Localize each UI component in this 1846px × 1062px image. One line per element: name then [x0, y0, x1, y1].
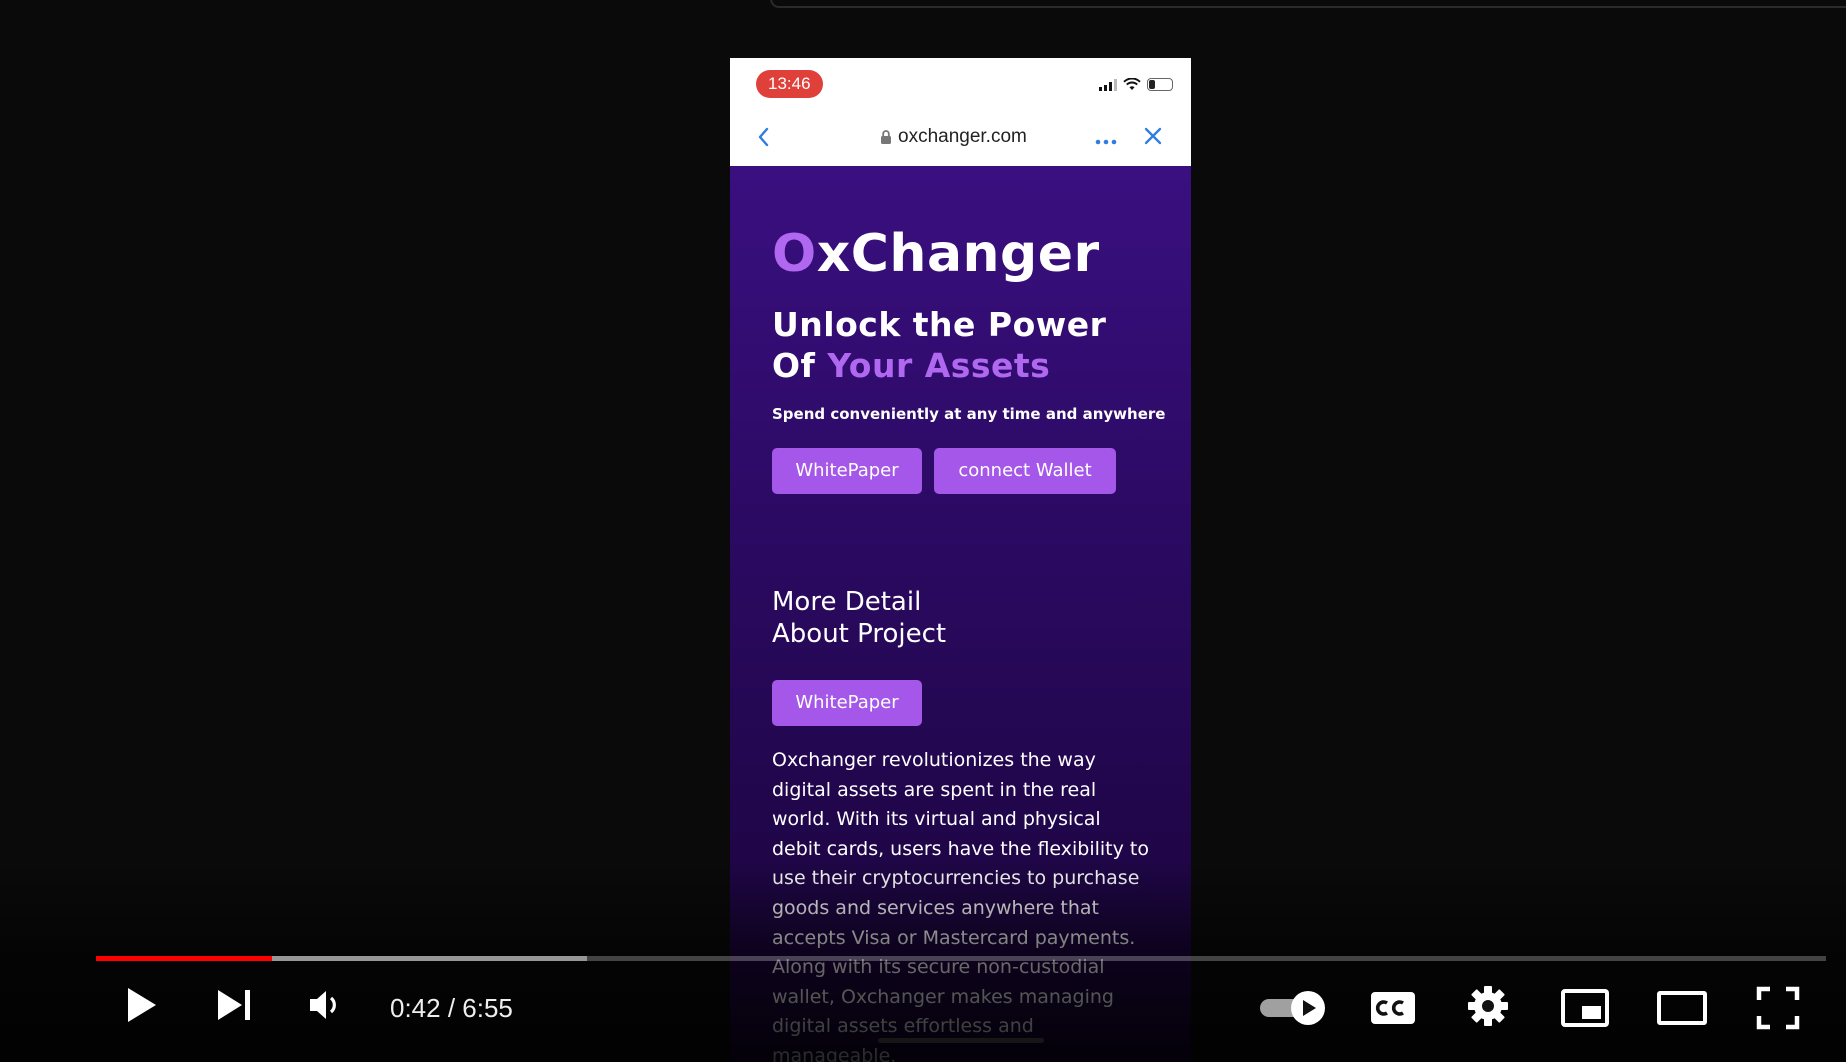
theater-icon: [1656, 991, 1708, 1030]
status-time: 13:46: [756, 70, 823, 98]
close-icon: [1143, 126, 1163, 150]
more-icon: [1095, 130, 1117, 149]
hero-line-2-plain: Of: [772, 346, 828, 385]
url-text: oxchanger.com: [898, 126, 1027, 147]
autoplay-icon: [1258, 991, 1328, 1030]
battery-icon: 25: [1147, 78, 1173, 91]
wifi-icon: [1123, 78, 1141, 91]
lock-icon: [880, 129, 892, 145]
status-bar: 13:46 25: [730, 58, 1191, 108]
top-border: [770, 0, 1846, 8]
brand-logo: OxChanger: [772, 224, 1100, 284]
next-icon: [214, 990, 254, 1028]
hero-subtitle: Spend conveniently at any time and anywh…: [772, 405, 1166, 423]
time-display: 0:42 / 6:55: [390, 993, 513, 1023]
fullscreen-icon: [1756, 986, 1800, 1034]
status-icons: 25: [1099, 78, 1173, 91]
back-icon: [756, 126, 770, 152]
miniplayer-icon: [1560, 989, 1610, 1032]
url-display: oxchanger.com: [880, 126, 1027, 148]
autoplay-toggle[interactable]: [1258, 990, 1328, 1030]
hero-line-2-accent: Your Assets: [827, 346, 1051, 385]
hero-title: Unlock the Power Of Your Assets: [772, 304, 1106, 386]
connect-wallet-button: connect Wallet: [934, 448, 1116, 494]
more-detail-heading: More Detail About Project: [772, 586, 946, 650]
whitepaper-button-2: WhitePaper: [772, 680, 922, 726]
battery-level-text: 25: [1154, 79, 1165, 89]
cc-icon: [1370, 992, 1416, 1030]
brand-rest: xChanger: [816, 224, 1100, 284]
fullscreen-button[interactable]: [1756, 986, 1800, 1034]
settings-button[interactable]: [1466, 984, 1510, 1032]
play-icon: [120, 988, 160, 1030]
theater-button[interactable]: [1656, 990, 1708, 1030]
volume-button[interactable]: [306, 986, 346, 1028]
miniplayer-button[interactable]: [1560, 988, 1610, 1032]
more-detail-line-1: More Detail: [772, 587, 922, 617]
signal-icon: [1099, 78, 1117, 91]
more-detail-line-2: About Project: [772, 619, 947, 649]
progress-bar[interactable]: [96, 956, 1826, 961]
cc-button[interactable]: [1370, 990, 1416, 1030]
progress-played: [96, 956, 273, 961]
volume-icon: [306, 991, 346, 1028]
browser-url-bar: oxchanger.com: [730, 108, 1191, 167]
hero-line-1: Unlock the Power: [772, 305, 1107, 344]
video-player[interactable]: 13:46 25 oxchanger.com OxChanger Unlock …: [0, 0, 1846, 1062]
play-button[interactable]: [120, 984, 160, 1030]
hero-line-2: Of Your Assets: [772, 345, 1106, 386]
settings-icon: [1466, 986, 1510, 1032]
next-button[interactable]: [214, 986, 254, 1028]
whitepaper-button: WhitePaper: [772, 448, 922, 494]
brand-initial: O: [772, 224, 817, 284]
